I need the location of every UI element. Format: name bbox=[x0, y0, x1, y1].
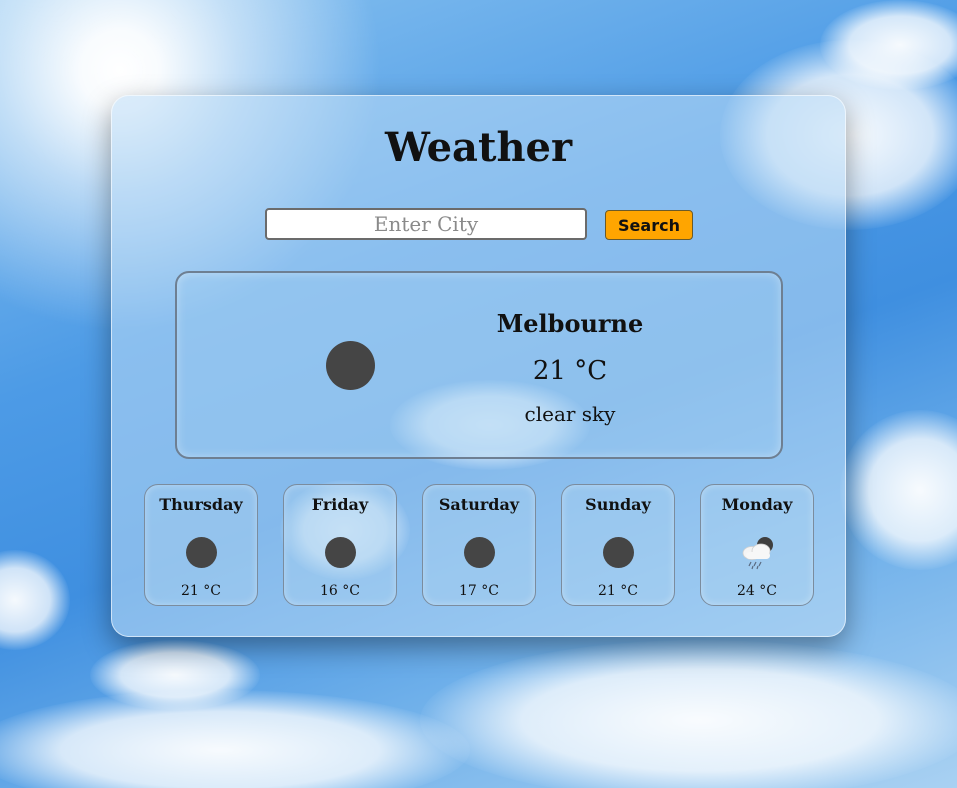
forecast-day-card: Saturday 17 °C bbox=[422, 484, 536, 606]
forecast-day-card: Sunday 21 °C bbox=[561, 484, 675, 606]
forecast-day-temp: 16 °C bbox=[320, 583, 360, 599]
forecast-day-temp: 21 °C bbox=[598, 583, 638, 599]
forecast-day-name: Thursday bbox=[159, 495, 243, 514]
forecast-day-card: Friday 16 °C bbox=[283, 484, 397, 606]
background-cloud bbox=[420, 640, 957, 788]
forecast-day-temp: 24 °C bbox=[737, 583, 777, 599]
background-cloud bbox=[0, 550, 70, 650]
forecast-day-name: Friday bbox=[311, 495, 369, 514]
current-city-name: Melbourne bbox=[496, 309, 644, 338]
forecast-day-name: Monday bbox=[721, 495, 793, 514]
background-cloud bbox=[0, 690, 470, 788]
clear-sky-icon bbox=[464, 537, 495, 568]
page-title: Weather bbox=[384, 124, 573, 171]
clear-sky-icon bbox=[603, 537, 634, 568]
current-description: clear sky bbox=[524, 402, 616, 426]
clear-sky-icon bbox=[325, 537, 356, 568]
forecast-day-name: Saturday bbox=[438, 495, 520, 514]
rain-cloud-icon bbox=[742, 537, 773, 570]
current-temperature: 21 °C bbox=[532, 356, 608, 386]
background-cloud bbox=[840, 410, 957, 570]
forecast-day-temp: 21 °C bbox=[181, 583, 221, 599]
forecast-day-temp: 17 °C bbox=[459, 583, 499, 599]
search-button[interactable]: Search bbox=[605, 210, 693, 240]
forecast-day-card: Monday 24 °C bbox=[700, 484, 814, 606]
forecast-day-name: Sunday bbox=[585, 495, 651, 514]
forecast-day-card: Thursday 21 °C bbox=[144, 484, 258, 606]
clear-sky-icon bbox=[186, 537, 217, 568]
clear-sky-icon bbox=[326, 341, 375, 390]
city-search-input[interactable] bbox=[265, 208, 587, 240]
